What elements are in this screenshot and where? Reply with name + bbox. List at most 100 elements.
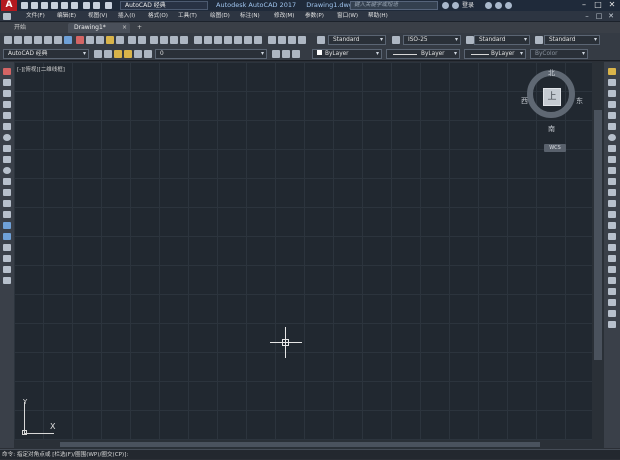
layer-lock-icon[interactable] (134, 50, 142, 58)
menu-view[interactable]: 视图(V) (88, 11, 107, 22)
close-button[interactable]: ✕ (606, 0, 618, 10)
draworder-icon[interactable] (608, 266, 616, 273)
join-icon[interactable] (608, 211, 616, 218)
break-at-point-icon[interactable] (608, 189, 616, 196)
break-icon[interactable] (608, 200, 616, 207)
a360-icon[interactable] (495, 2, 502, 9)
search-input[interactable]: 键入关键字或短语 (350, 1, 438, 10)
open-icon[interactable] (14, 36, 22, 44)
rotate-icon[interactable] (608, 134, 616, 141)
compass-north[interactable]: 北 (548, 68, 555, 78)
properties-icon[interactable] (194, 36, 202, 44)
region-icon[interactable] (3, 244, 11, 251)
print-icon[interactable] (61, 2, 68, 9)
help-icon[interactable] (505, 2, 512, 9)
paste-icon[interactable] (96, 36, 104, 44)
text-style-icon[interactable] (317, 36, 325, 44)
spline-icon[interactable] (3, 156, 11, 163)
menu-window[interactable]: 窗口(W) (337, 11, 358, 22)
trim-icon[interactable] (608, 167, 616, 174)
fillet-icon[interactable] (608, 233, 616, 240)
layer-color-icon[interactable] (144, 50, 152, 58)
ellipse-arc-icon[interactable] (3, 178, 11, 185)
extend-icon[interactable] (608, 178, 616, 185)
polygon-icon[interactable] (3, 101, 11, 108)
menu-dimension[interactable]: 标注(N) (240, 11, 260, 22)
tool-palettes-icon[interactable] (214, 36, 222, 44)
workspace-settings-icon[interactable] (94, 50, 102, 58)
compass-south[interactable]: 南 (548, 124, 555, 134)
layer-state-icon[interactable] (292, 50, 300, 58)
layer-tool-icon-3[interactable] (288, 36, 296, 44)
pan-icon[interactable] (150, 36, 158, 44)
point-icon[interactable] (3, 211, 11, 218)
edit-attribute-icon[interactable] (608, 321, 616, 328)
tab-close-icon[interactable]: × (122, 23, 127, 33)
copy-icon[interactable] (86, 36, 94, 44)
text-style-select[interactable]: Standard ▾ (328, 35, 386, 45)
menu-tools[interactable]: 工具(T) (178, 11, 197, 22)
line-icon[interactable] (3, 68, 11, 75)
dim-style-icon[interactable] (392, 36, 400, 44)
layer-properties-icon[interactable] (104, 50, 112, 58)
stretch-icon[interactable] (608, 156, 616, 163)
open-file-icon[interactable] (31, 2, 38, 9)
sheet-set-icon[interactable] (224, 36, 232, 44)
table-style-icon[interactable] (466, 36, 474, 44)
move-icon[interactable] (608, 123, 616, 130)
exchange-icon[interactable] (485, 2, 492, 9)
zoom-realtime-icon[interactable] (160, 36, 168, 44)
save-icon-tb[interactable] (24, 36, 32, 44)
linetype-select[interactable]: ByLayer ▾ (386, 49, 460, 59)
user-icon[interactable] (452, 2, 459, 9)
menu-help[interactable]: 帮助(H) (368, 11, 388, 22)
preview-icon[interactable] (44, 36, 52, 44)
layer-tool-icon-4[interactable] (298, 36, 306, 44)
table-icon[interactable] (3, 255, 11, 262)
workspace-select[interactable]: AutoCAD 经典 ▾ (3, 49, 89, 59)
plotstyle-select[interactable]: ByColor ▾ (530, 49, 588, 59)
menu-file[interactable]: 文件(F) (26, 11, 45, 22)
explode-icon[interactable] (608, 255, 616, 262)
drawing-canvas[interactable]: [-][俯视][二维线框] 上 北 南 东 西 WCS Y X (14, 62, 592, 440)
design-center-icon[interactable] (204, 36, 212, 44)
scale-icon[interactable] (608, 145, 616, 152)
menu-edit[interactable]: 编辑(E) (57, 11, 76, 22)
horizontal-scrollbar-thumb[interactable] (60, 442, 540, 447)
tab-start[interactable]: 开始 (14, 23, 26, 33)
make-block-icon[interactable] (3, 200, 11, 207)
minimize-button[interactable]: – (578, 0, 590, 10)
login-button[interactable]: 登录 (462, 0, 474, 11)
layer-freeze-icon[interactable] (124, 50, 132, 58)
dim-style-select[interactable]: ISO-25 ▾ (403, 35, 461, 45)
menu-parametric[interactable]: 参数(P) (305, 11, 324, 22)
menubar-app-icon[interactable] (3, 13, 11, 20)
mleader-style-icon[interactable] (535, 36, 543, 44)
arc-icon[interactable] (3, 123, 11, 130)
copy-object-icon[interactable] (608, 79, 616, 86)
new-file-icon[interactable] (21, 2, 28, 9)
quickcalc-icon[interactable] (244, 36, 252, 44)
markup-icon[interactable] (234, 36, 242, 44)
erase-icon[interactable] (608, 68, 616, 75)
match-properties-icon[interactable] (106, 36, 114, 44)
array-icon[interactable] (608, 112, 616, 119)
edit-hatch-icon[interactable] (608, 299, 616, 306)
circle-icon[interactable] (3, 134, 11, 141)
save-icon[interactable] (41, 2, 48, 9)
save-as-icon[interactable] (51, 2, 58, 9)
blend-curves-icon[interactable] (608, 244, 616, 251)
plot-icon[interactable] (71, 2, 78, 9)
compass-west[interactable]: 西 (521, 96, 528, 106)
polyline-icon[interactable] (3, 90, 11, 97)
zoom-previous-icon[interactable] (180, 36, 188, 44)
revision-cloud-icon[interactable] (3, 145, 11, 152)
search-icon[interactable] (442, 2, 449, 9)
offset-icon[interactable] (608, 101, 616, 108)
menu-modify[interactable]: 修改(M) (274, 11, 294, 22)
add-selected-icon[interactable] (3, 277, 11, 284)
make-current-layer-icon[interactable] (272, 50, 280, 58)
color-select[interactable]: ByLayer ▾ (312, 49, 382, 59)
mleader-style-select[interactable]: Standard ▾ (544, 35, 600, 45)
menu-format[interactable]: 格式(O) (148, 11, 168, 22)
